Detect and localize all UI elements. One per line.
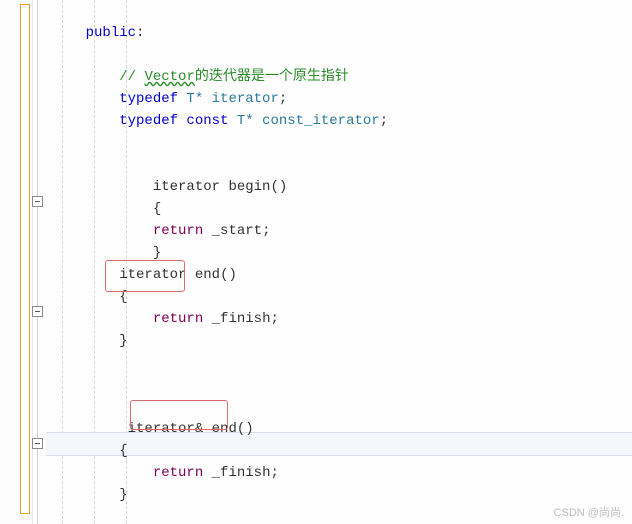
space [203,465,211,481]
keyword-typedef: typedef [119,91,178,107]
punct-colon: : [136,25,144,41]
fold-toggle-icon[interactable] [32,196,43,207]
line-8: { [52,201,161,217]
keyword-return: return [153,223,203,239]
var-finish: _finish [212,465,271,481]
space [203,223,211,239]
rbrace: } [153,245,161,261]
fn-name-end: end [195,267,220,283]
line-18: return _finish; [52,465,279,481]
line-3: // Vector的迭代器是一个原生指针 [52,69,349,85]
line-5: typedef const T* const_iterator; [52,113,388,129]
line-4: typedef T* iterator; [52,91,287,107]
fn-name-begin: begin [228,179,270,195]
comment-text: 的迭代器是一个原生指针 [195,69,349,85]
change-marker-bar [20,4,30,514]
typedef-name-iterator: iterator [212,91,279,107]
fold-toggle-icon[interactable] [32,438,43,449]
punct-semi: ; [270,311,278,327]
line-13: return _finish; [52,311,279,327]
return-type: iterator [153,179,229,195]
comment-word-vector: Vector [144,69,194,85]
lbrace: { [119,443,127,459]
parens: () [237,421,254,437]
comment-slashes: // [119,69,144,85]
typedef-name-const-iterator: const_iterator [262,113,380,129]
punct-semi: ; [279,91,287,107]
keyword-typedef: typedef [119,113,178,129]
highlight-box-iterator [105,260,185,292]
fold-toggle-icon[interactable] [32,306,43,317]
parens: () [270,179,287,195]
type-tstar: T* [178,91,212,107]
line-7: iterator begin() [52,179,287,195]
punct-semi: ; [380,113,388,129]
keyword-return: return [153,311,203,327]
keyword-const: const [178,113,228,129]
line-10: } [52,245,161,261]
lbrace: { [153,201,161,217]
line-17: { [52,443,128,459]
line-9: return _start; [52,223,270,239]
line-1: public: [52,25,144,41]
keyword-return: return [153,465,203,481]
rbrace: } [119,487,127,503]
punct-semi: ; [262,223,270,239]
var-finish: _finish [212,311,271,327]
type-tstar: T* [228,113,262,129]
var-start: _start [212,223,262,239]
line-19: } [52,487,128,503]
keyword-public: public [86,25,136,41]
highlight-box-iterator-ref [130,400,228,430]
space [203,311,211,327]
parens: () [220,267,237,283]
code-block: public: // Vector的迭代器是一个原生指针 typedef T* … [52,0,388,506]
punct-semi: ; [270,465,278,481]
rbrace: } [119,333,127,349]
line-14: } [52,333,128,349]
watermark: CSDN @尚尚. [554,504,624,520]
